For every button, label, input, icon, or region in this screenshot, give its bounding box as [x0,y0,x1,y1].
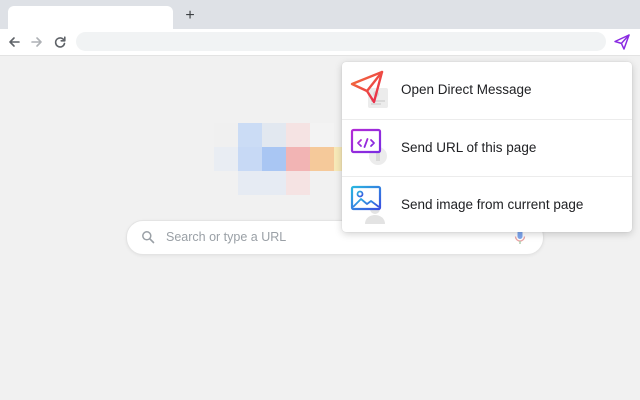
search-icon [142,231,155,244]
browser-toolbar [0,29,640,56]
plus-icon: + [185,7,195,24]
menu-item-send-image[interactable]: Send image from current page [342,176,632,233]
menu-item-open-direct-message[interactable]: Open Direct Message [342,62,632,118]
image-icon [350,185,385,224]
forward-button[interactable] [29,34,45,50]
menu-item-label: Open Direct Message [401,82,532,97]
reload-icon [54,36,66,48]
reload-button[interactable] [52,34,68,50]
paper-plane-icon [350,70,388,108]
back-arrow-icon [9,37,20,47]
menu-item-label: Send URL of this page [401,140,537,155]
forward-arrow-icon [31,37,42,47]
new-tab-button[interactable]: + [180,6,200,26]
tab-strip: + [0,0,640,29]
search-placeholder: Search or type a URL [166,230,287,244]
extension-button[interactable] [612,32,632,52]
extension-popup-menu: Open Direct Message Send URL of this pag… [342,62,632,232]
code-window-icon [350,128,387,165]
menu-item-send-url[interactable]: Send URL of this page [342,119,632,176]
new-tab-logo [214,123,354,195]
browser-tab[interactable] [8,6,173,29]
menu-item-label: Send image from current page [401,197,584,212]
back-button[interactable] [6,34,22,50]
address-bar[interactable] [76,32,606,51]
paper-plane-icon [614,34,630,50]
